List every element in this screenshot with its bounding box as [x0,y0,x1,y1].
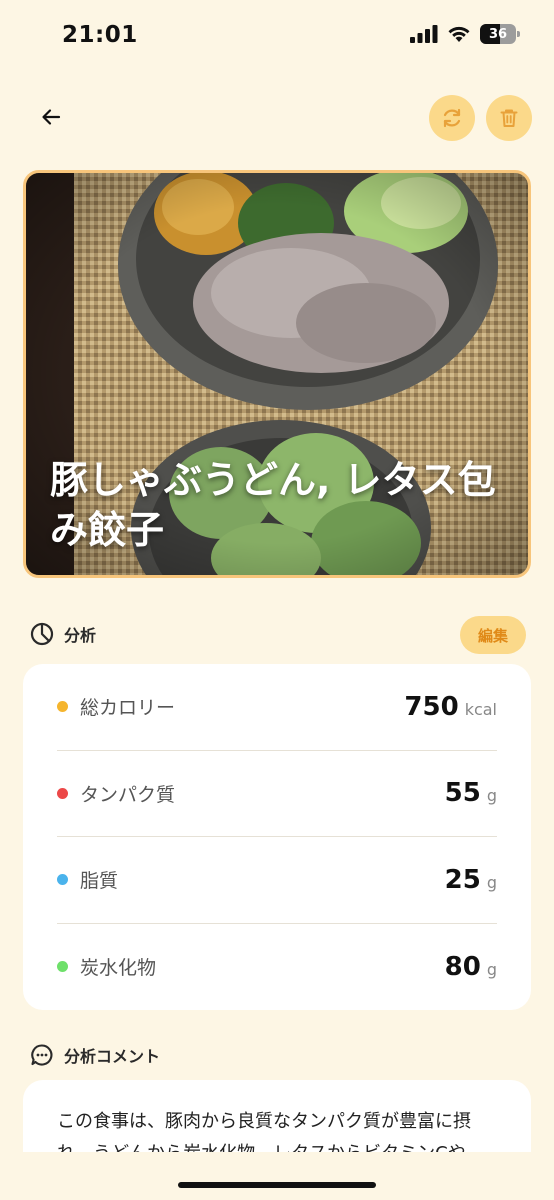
nutrient-unit: g [486,872,497,892]
nutrient-unit: g [486,959,497,979]
edit-button[interactable]: 編集 [460,616,526,654]
comment-title: 分析コメント [64,1047,161,1066]
signal-icon [410,25,438,43]
nutrient-row-carbs: 炭水化物 80 g [57,924,497,1011]
nutrient-unit: g [486,786,497,806]
protein-dot [57,787,68,799]
nutrient-row-protein: タンパク質 55 g [57,751,497,837]
battery-icon: 36 [480,24,520,44]
bottom-area [0,1152,554,1200]
home-indicator[interactable] [178,1182,376,1188]
nutrient-value: 750 [404,691,459,722]
chart-pie-icon [30,622,54,646]
arrow-left-icon [42,109,61,125]
battery-level: 36 [488,26,508,42]
status-icons: 36 [410,24,520,44]
status-bar: 21:01 36 [0,0,554,72]
nutrient-label: 炭水化物 [80,957,157,980]
nutrient-label: タンパク質 [80,783,176,806]
back-button[interactable] [30,96,72,138]
nutrient-label: 総カロリー [80,697,176,720]
comment-header: 分析コメント [30,1043,160,1067]
refresh-button[interactable] [429,95,475,141]
nutrient-value: 25 [444,864,481,895]
nutrient-label: 脂質 [80,870,119,893]
meal-title: 豚しゃぶうどん, レタス包み餃子 [50,458,496,552]
nutrient-value: 55 [444,778,481,809]
calories-dot [57,701,68,713]
nutrient-row-fat: 脂質 25 g [57,837,497,924]
delete-button[interactable] [486,95,532,141]
chat-bubble-icon [31,1044,53,1066]
wifi-icon [448,26,470,42]
nutrient-row-calories: 総カロリー 750 kcal [57,664,497,751]
meal-photo-card: 豚しゃぶうどん, レタス包み餃子 [23,170,531,578]
nutrient-unit: kcal [464,699,497,719]
status-time: 21:01 [62,22,138,48]
analysis-header: 分析 [30,622,96,646]
analysis-title: 分析 [64,626,97,645]
carbs-dot [57,961,68,973]
nutrition-card: 総カロリー 750 kcal タンパク質 55 g 脂質 25 g 炭水化物 8… [23,664,531,1010]
fat-dot [57,874,68,886]
nutrient-value: 80 [444,951,481,982]
refresh-icon [443,108,461,128]
trash-icon [500,109,518,127]
